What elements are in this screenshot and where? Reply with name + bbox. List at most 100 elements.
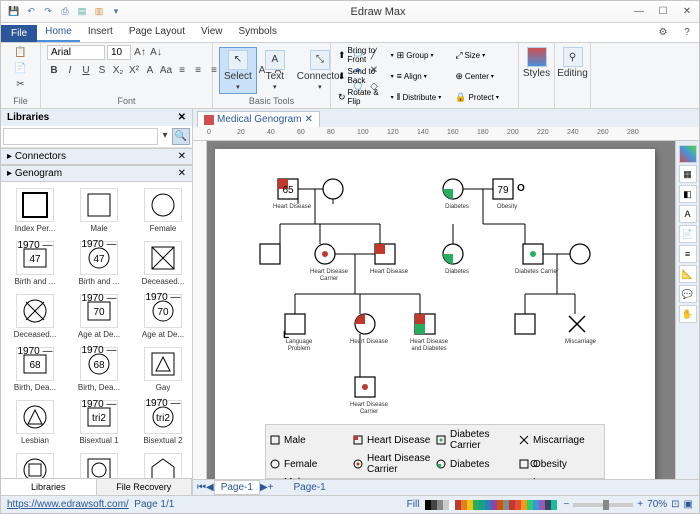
genogram-node-13[interactable] (515, 314, 543, 339)
document-tab[interactable]: Medical Genogram ✕ (197, 111, 320, 127)
tool-comment[interactable]: 💬 (679, 285, 697, 303)
genogram-node-3[interactable]: 79OObesity (493, 179, 521, 211)
arrange-size[interactable]: ⤢Size▾ (454, 49, 512, 62)
ribbon-help-icon[interactable]: ⚙ (651, 22, 675, 42)
shape-transgen-[interactable]: Transgen... (69, 451, 129, 478)
tool-pan[interactable]: ✋ (679, 305, 697, 323)
zoom-slider[interactable] (573, 503, 633, 507)
tab-insert[interactable]: Insert (80, 23, 121, 42)
genogram-node-0[interactable]: 65Heart Disease (273, 179, 311, 211)
shape-transgen-[interactable]: Transgen... (5, 451, 65, 478)
arrange-center[interactable]: ⊕Center▾ (454, 70, 512, 83)
ribbon-collapse-icon[interactable]: ? (675, 22, 699, 42)
styles-button[interactable]: Styles (525, 45, 548, 81)
genogram-node-15[interactable]: Heart DiseaseCarrier (350, 377, 388, 416)
qat-more-icon[interactable]: ▾ (109, 5, 123, 19)
page-tab[interactable]: Page-1 (214, 480, 260, 495)
font-btn-1[interactable]: I (63, 63, 77, 77)
minimize-button[interactable]: — (627, 2, 651, 22)
font-btn-5[interactable]: X² (127, 63, 141, 77)
shape-bisextual-[interactable]: tri21970 —Bisextual 1 (69, 398, 129, 447)
qat-save-icon[interactable]: 💾 (7, 5, 21, 19)
arrange-group[interactable]: ⊞Group▾ (396, 49, 454, 62)
font-btn-2[interactable]: U (79, 63, 93, 77)
library-search-button[interactable]: 🔍 (172, 128, 190, 145)
qat-print-icon[interactable]: ⎙ (58, 5, 72, 19)
zoom-out-icon[interactable]: − (563, 499, 569, 510)
page-nav-next[interactable]: ▶ (260, 482, 268, 493)
font-btn-6[interactable]: A (143, 63, 157, 77)
tool-grid[interactable]: ▦ (679, 165, 697, 183)
font-btn-8[interactable]: ≡ (175, 63, 189, 77)
tab-view[interactable]: View (193, 23, 231, 42)
font-btn-4[interactable]: X₂ (111, 63, 125, 77)
file-tab[interactable]: File (1, 25, 37, 42)
font-btn-9[interactable]: ≡ (191, 63, 205, 77)
shape-birth-dea-[interactable]: 681970 —Birth, Dea... (69, 345, 129, 394)
genogram-node-6[interactable]: Heart Disease (370, 244, 408, 276)
tool-layer[interactable]: ≡ (679, 245, 697, 263)
shape-birth-and-[interactable]: 471970 —Birth and ... (69, 239, 129, 288)
canvas[interactable]: 65Heart Disease Diabetes 79OObesity Heart D… (207, 141, 675, 479)
section-genogram[interactable]: ▸ Genogram✕ (1, 165, 192, 182)
cut-button[interactable]: ✂ (14, 77, 28, 91)
page-nav-prev[interactable]: ◀ (206, 482, 214, 493)
shape-lesbian[interactable]: Lesbian (5, 398, 65, 447)
paste-button[interactable]: 📋 (14, 45, 28, 59)
arrange-protect[interactable]: 🔒Protect▾ (454, 91, 512, 104)
shape-male[interactable]: Male (69, 186, 129, 235)
genogram-node-2[interactable]: Diabetes (443, 179, 471, 211)
zoom-page-icon[interactable]: ▣ (684, 499, 693, 510)
qat-undo-icon[interactable]: ↶ (24, 5, 38, 19)
tool-page[interactable]: 📄 (679, 225, 697, 243)
library-close-icon[interactable]: ✕ (178, 112, 186, 123)
select-tool[interactable]: ↖Select▾ (219, 47, 257, 94)
genogram-node-4[interactable] (260, 244, 288, 269)
footer-tab-recovery[interactable]: File Recovery (97, 479, 193, 495)
tool-shadow[interactable]: ◧ (679, 185, 697, 203)
shape-age-at-de-[interactable]: 701970 —Age at De... (133, 292, 192, 341)
shape-index-per-[interactable]: Index Per... (5, 186, 65, 235)
color-palette[interactable] (425, 500, 557, 510)
arrange-distribute[interactable]: ⫴Distribute▾ (396, 91, 454, 104)
font-name-select[interactable] (47, 45, 105, 60)
tool-colors[interactable] (679, 145, 697, 163)
section-connectors[interactable]: ▸ Connectors✕ (1, 148, 192, 165)
font-size-select[interactable] (107, 45, 131, 60)
font-btn-7[interactable]: Aa (159, 63, 173, 77)
arrange-bring-to-front[interactable]: ⬆Bring to Front▾ (337, 45, 395, 65)
page-nav-first[interactable]: ⏮ (197, 482, 206, 493)
arrange-rotate-flip[interactable]: ↻Rotate & Flip▾ (337, 87, 395, 107)
tool-measure[interactable]: 📐 (679, 265, 697, 283)
genogram-node-12[interactable]: Heart Diseaseand Diabetes (410, 314, 448, 353)
zoom-in-icon[interactable]: + (637, 499, 643, 510)
genogram-node-5[interactable]: Heart DiseaseCarrier (310, 244, 348, 283)
genogram-node-10[interactable]: LLanguageProblem (285, 314, 313, 353)
arrange-send-to-back[interactable]: ⬇Send to Back▾ (337, 66, 395, 86)
arrange-align[interactable]: ≡Align▾ (396, 70, 454, 82)
font-btn-0[interactable]: B (47, 63, 61, 77)
qat-new-icon[interactable]: ▤ (75, 5, 89, 19)
maximize-button[interactable]: ☐ (651, 2, 675, 22)
tab-page-layout[interactable]: Page Layout (121, 23, 193, 42)
editing-button[interactable]: ⚲Editing (561, 45, 584, 81)
shape-female[interactable]: Female (133, 186, 192, 235)
tool-text[interactable]: A (679, 205, 697, 223)
genogram-node-11[interactable]: Heart Disease (350, 314, 388, 346)
font-shrink-icon[interactable]: A↓ (149, 46, 163, 60)
shape-deceased-[interactable]: Deceased... (5, 292, 65, 341)
genogram-node-9[interactable] (570, 244, 598, 269)
font-btn-3[interactable]: S (95, 63, 109, 77)
library-search-input[interactable] (3, 128, 158, 145)
genogram-node-14[interactable]: Miscarriage (565, 314, 596, 346)
shape-birth-dea-[interactable]: 681970 —Birth, Dea... (5, 345, 65, 394)
library-search-dropdown[interactable]: ▾ (158, 128, 172, 142)
close-button[interactable]: ✕ (675, 2, 699, 22)
shape-bisextual-[interactable]: tri21970 —Bisextual 2 (133, 398, 192, 447)
status-url[interactable]: https://www.edrawsoft.com/ (7, 499, 129, 510)
genogram-node-8[interactable]: Diabetes Carrier (515, 244, 559, 276)
shape-institution[interactable]: Institution (133, 451, 192, 478)
page-add[interactable]: + (268, 482, 274, 493)
footer-tab-libraries[interactable]: Libraries (1, 479, 97, 495)
tab-symbols[interactable]: Symbols (231, 23, 285, 42)
